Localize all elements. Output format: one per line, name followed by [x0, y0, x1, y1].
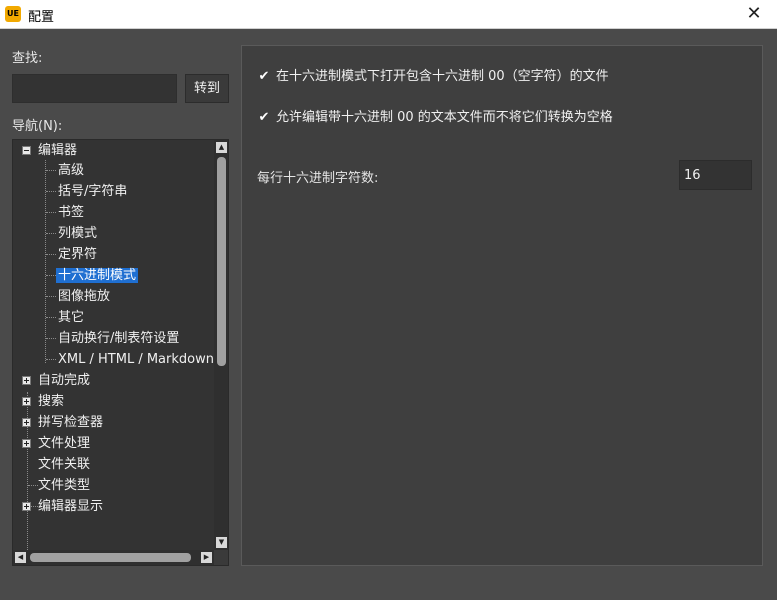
- scroll-left-arrow-icon[interactable]: ◀: [15, 552, 26, 563]
- tree-connector-line: [46, 275, 56, 276]
- expand-icon[interactable]: [22, 439, 31, 448]
- tree-connector-line: [46, 170, 56, 171]
- expand-icon[interactable]: [22, 376, 31, 385]
- tree-item-xml-html-markdown[interactable]: XML / HTML / Markdown: [56, 349, 216, 370]
- tree-item-editor[interactable]: 编辑器: [18, 140, 79, 161]
- tree-connector-line: [46, 359, 56, 360]
- tree-item-word-wrap-tab[interactable]: 自动换行/制表符设置: [56, 328, 181, 349]
- tree-item-editor-display[interactable]: 编辑器显示: [18, 496, 105, 517]
- tree-item-advanced[interactable]: 高级: [56, 160, 86, 181]
- tree-item-brackets-strings[interactable]: 括号/字符串: [56, 181, 129, 202]
- tree-item-file-handling[interactable]: 文件处理: [18, 433, 92, 454]
- nav-tree[interactable]: 编辑器 高级 括号/字符串 书签 列模式 定界符 十六进制模式 图像拖放 其它 …: [12, 139, 229, 566]
- tree-connector-line: [46, 296, 56, 297]
- scroll-up-arrow-icon[interactable]: ▲: [216, 142, 227, 153]
- expand-icon[interactable]: [22, 418, 31, 427]
- close-button[interactable]: ✕: [731, 0, 777, 29]
- expand-icon[interactable]: [22, 397, 31, 406]
- tree-connector-line: [46, 317, 56, 318]
- open-hex-00-option[interactable]: ✔ 在十六进制模式下打开包含十六进制 00（空字符）的文件: [257, 68, 609, 86]
- collapse-icon[interactable]: [22, 146, 31, 155]
- tree-connector-line: [46, 191, 56, 192]
- tree-connector-line: [46, 254, 56, 255]
- tree-vertical-scrollbar[interactable]: ▲ ▼: [214, 140, 228, 550]
- scroll-thumb[interactable]: [217, 157, 226, 366]
- scroll-right-arrow-icon[interactable]: ▶: [201, 552, 212, 563]
- tree-item-spell-checker[interactable]: 拼写检查器: [18, 412, 105, 433]
- tree-item-auto-complete[interactable]: 自动完成: [18, 370, 92, 391]
- goto-button[interactable]: 转到: [185, 74, 229, 103]
- tree-connector-line: [46, 233, 56, 234]
- checkmark-icon[interactable]: ✔: [257, 70, 271, 84]
- chars-per-line-input[interactable]: [679, 160, 752, 190]
- dialog-body: 查找: 转到 导航(N): 编辑器 高级 括号/字符串 书签 列模式 定界符 十…: [0, 29, 777, 600]
- tree-horizontal-scrollbar[interactable]: ◀ ▶: [13, 550, 214, 565]
- app-logo-icon: UE: [5, 6, 21, 22]
- expand-icon[interactable]: [22, 502, 31, 511]
- scroll-down-arrow-icon[interactable]: ▼: [216, 537, 227, 548]
- window-title: 配置: [28, 10, 55, 25]
- allow-edit-hex-00-option[interactable]: ✔ 允许编辑带十六进制 00 的文本文件而不将它们转换为空格: [257, 109, 613, 127]
- tree-connector-line: [46, 338, 56, 339]
- nav-label: 导航(N):: [12, 119, 63, 134]
- search-label: 查找:: [12, 51, 43, 66]
- tree-item-search[interactable]: 搜索: [18, 391, 66, 412]
- hex-settings-panel: ✔ 在十六进制模式下打开包含十六进制 00（空字符）的文件 ✔ 允许编辑带十六进…: [241, 45, 763, 566]
- tree-item-other[interactable]: 其它: [56, 307, 86, 328]
- scrollbar-corner: [214, 550, 228, 565]
- tree-item-hex-mode[interactable]: 十六进制模式: [56, 265, 139, 286]
- search-input[interactable]: [12, 74, 177, 103]
- tree-item-delimiters[interactable]: 定界符: [56, 244, 99, 265]
- tree-item-bookmarks[interactable]: 书签: [56, 202, 86, 223]
- checkmark-icon[interactable]: ✔: [257, 111, 271, 125]
- scroll-thumb[interactable]: [30, 553, 191, 562]
- tree-item-file-types[interactable]: 文件类型: [36, 475, 92, 496]
- title-bar: UE 配置 ✕: [0, 0, 777, 29]
- tree-item-file-associations[interactable]: 文件关联: [36, 454, 92, 475]
- tree-item-image-drag-drop[interactable]: 图像拖放: [56, 286, 112, 307]
- tree-connector-line: [46, 212, 56, 213]
- tree-item-column-mode[interactable]: 列模式: [56, 223, 99, 244]
- chars-per-line-label: 每行十六进制字符数:: [257, 171, 379, 186]
